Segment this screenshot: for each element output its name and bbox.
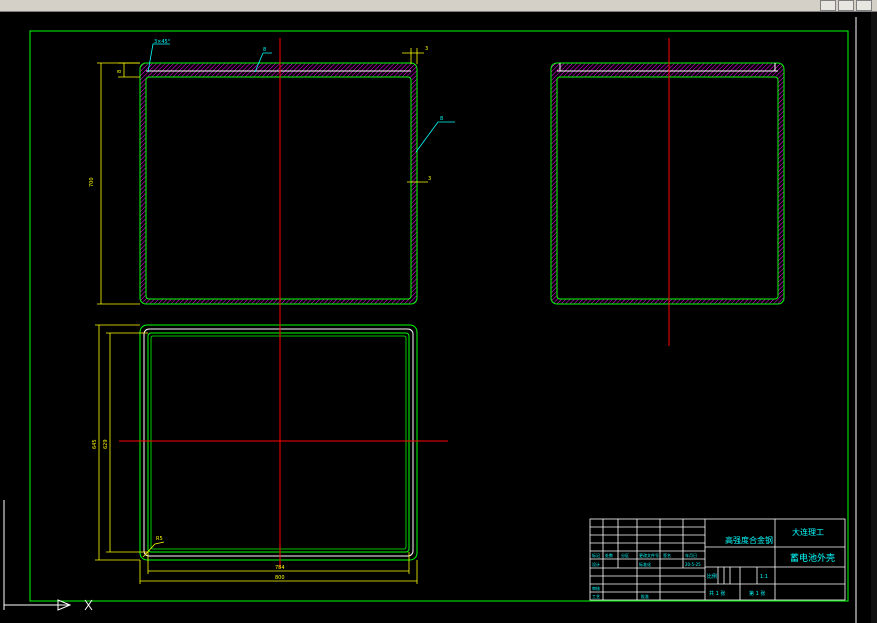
mid-right-dim: 3 xyxy=(428,176,431,182)
chamfer-label: 3×45° xyxy=(154,39,171,45)
top-outer-width-dim: 800 xyxy=(275,575,285,581)
title-cell-2: 分区 xyxy=(621,552,629,558)
part-name: 蓄电池外壳 xyxy=(790,552,835,564)
title-date: 20-5-25 xyxy=(685,562,701,567)
title-cell-6: 设计 xyxy=(592,561,600,567)
close-button[interactable] xyxy=(856,0,872,11)
side-view xyxy=(550,38,785,346)
corner-radius-label: R5 xyxy=(156,536,163,542)
title-cell-0: 标记 xyxy=(592,552,600,558)
front-view: 700 8 3×45° 8 8 3 3 xyxy=(89,38,455,324)
title-cell-5: 年月日 xyxy=(685,552,697,558)
title-cell-7: 标准化 xyxy=(639,561,651,567)
material-name: 高强度合金钢 xyxy=(725,535,773,545)
front-lid-dim: 8 xyxy=(117,70,123,73)
sheet-count: 共 1 张 xyxy=(709,590,725,597)
drawing-canvas[interactable]: 700 8 3×45° 8 8 3 3 645 629 784 800 R5 大… xyxy=(0,12,877,623)
minimize-button[interactable] xyxy=(820,0,836,11)
restore-button[interactable] xyxy=(838,0,854,11)
title-cell-10: 批准 xyxy=(641,593,649,599)
title-cell-9: 工艺 xyxy=(592,594,600,599)
scale-value: 1:1 xyxy=(760,574,768,580)
title-cell-8: 审核 xyxy=(592,585,600,591)
top-view: 645 629 784 800 R5 xyxy=(92,314,448,584)
top-right-dim: 3 xyxy=(425,46,428,52)
title-cell-3: 更改文件号 xyxy=(639,552,659,558)
lid-thickness-label: 8 xyxy=(263,47,266,53)
top-inner-width-dim: 784 xyxy=(275,565,285,571)
top-outer-height-dim: 645 xyxy=(92,439,98,449)
company-name: 大连理工 xyxy=(792,527,824,537)
sheet-number: 第 1 张 xyxy=(749,590,765,597)
top-inner-height-dim: 629 xyxy=(103,439,109,449)
front-view-wall-inner xyxy=(145,76,412,300)
front-height-dim: 700 xyxy=(89,177,95,187)
title-cell-4: 签名 xyxy=(663,552,671,558)
title-cell-1: 处数 xyxy=(605,552,613,558)
scale-label: 比例 xyxy=(707,573,717,580)
side-view-wall-inner xyxy=(556,76,779,300)
title-bar xyxy=(0,0,877,12)
wall-thickness-label: 8 xyxy=(440,116,443,122)
ucs-icon xyxy=(3,500,93,611)
